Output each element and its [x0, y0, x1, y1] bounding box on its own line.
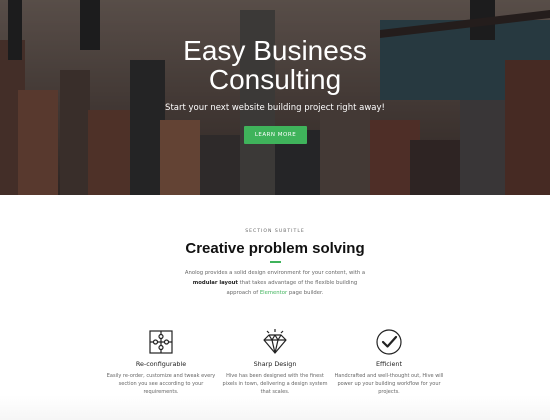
- feature-title: Efficient: [376, 360, 402, 368]
- hero-content: Easy Business Consulting Start your next…: [0, 0, 550, 195]
- feature-title: Sharp Design: [253, 360, 297, 368]
- hero-title-line1: Easy Business: [183, 35, 367, 66]
- hero-subtitle: Start your next website building project…: [165, 103, 385, 113]
- desc-part3: page builder.: [288, 290, 324, 296]
- feature-desc: Hive has been designed with the finest p…: [222, 373, 328, 396]
- puzzle-icon: [149, 330, 173, 354]
- learn-more-button[interactable]: LEARN MORE: [244, 126, 307, 144]
- diamond-icon: [263, 329, 287, 354]
- desc-part1: Anolog provides a solid design environme…: [184, 270, 366, 276]
- hero-title: Easy Business Consulting: [0, 36, 550, 94]
- section-subtitle: SECTION SUBTITLE: [245, 229, 305, 234]
- feature-sharp-design: Sharp Design Hive has been designed with…: [220, 327, 330, 397]
- feature-desc: Handcrafted and well-thought out, Hive w…: [334, 373, 444, 396]
- elementor-link[interactable]: Elementor: [260, 290, 287, 296]
- title-divider: [270, 261, 281, 263]
- hero-title-line2: Consulting: [208, 64, 342, 95]
- feature-reconfigurable: Re-configurable Easily re-order, customi…: [106, 327, 216, 397]
- section-description: Anolog provides a solid design environme…: [180, 268, 370, 298]
- feature-efficient: Efficient Handcrafted and well-thought o…: [334, 327, 444, 397]
- feature-title: Re-configurable: [135, 360, 187, 368]
- desc-bold: modular layout: [192, 280, 238, 286]
- bottom-fade: [0, 395, 550, 420]
- hero-section: Easy Business Consulting Start your next…: [0, 0, 550, 195]
- feature-desc: Easily re-order, customize and tweak eve…: [106, 373, 216, 396]
- section-title: Creative problem solving: [185, 240, 365, 257]
- checkmark-circle-icon: [376, 329, 402, 355]
